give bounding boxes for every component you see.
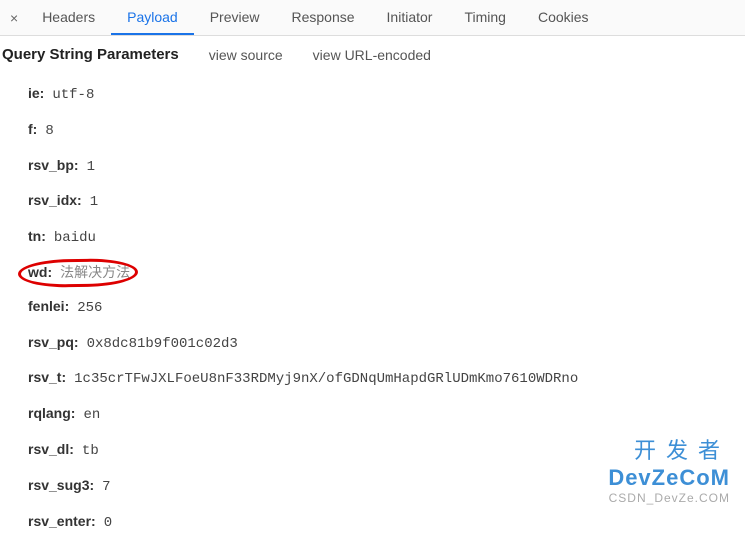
param-value: 1 — [90, 191, 98, 215]
param-value: baidu — [54, 227, 96, 251]
param-value: 法解决方法 — [60, 261, 130, 285]
param-value: tb — [82, 440, 99, 464]
param-key: rsv_bp: — [28, 154, 79, 178]
param-value: 8 — [45, 120, 53, 144]
param-row: rsv_dl: tb — [28, 433, 735, 469]
param-key: rsv_dl: — [28, 438, 74, 462]
param-key: rsv_sug3: — [28, 474, 94, 498]
close-icon[interactable]: × — [2, 10, 26, 26]
tab-initiator[interactable]: Initiator — [371, 1, 449, 35]
section-header: Query String Parameters view source view… — [0, 36, 745, 73]
param-key: tn: — [28, 225, 46, 249]
param-key: wd: — [28, 261, 52, 285]
param-value: 0x8dc81b9f001c02d3 — [87, 333, 238, 357]
section-title: Query String Parameters — [2, 46, 179, 63]
param-row: rsv_sug3: 7 — [28, 469, 735, 505]
param-row: rsv_bp: 1 — [28, 149, 735, 185]
param-row: ie: utf-8 — [28, 77, 735, 113]
tab-headers[interactable]: Headers — [26, 1, 111, 35]
param-row: tn: baidu — [28, 220, 735, 256]
param-row: rsv_idx: 1 — [28, 184, 735, 220]
param-row: rsv_pq: 0x8dc81b9f001c02d3 — [28, 326, 735, 362]
view-url-encoded-action[interactable]: view URL-encoded — [313, 47, 431, 63]
param-key: rsv_enter: — [28, 510, 96, 534]
param-row: f: 8 — [28, 113, 735, 149]
param-value: 7 — [102, 476, 110, 500]
devtools-tabs: × Headers Payload Preview Response Initi… — [0, 0, 745, 36]
param-value: 1c35crTFwJXLFoeU8nF33RDMyj9nX/ofGDNqUmHa… — [74, 368, 578, 392]
param-row-highlighted: wd: 法解决方法 — [28, 256, 735, 290]
param-key: rsv_pq: — [28, 331, 79, 355]
param-key: f: — [28, 118, 37, 142]
param-value: en — [83, 404, 100, 428]
param-value: 256 — [77, 297, 102, 321]
param-row: fenlei: 256 — [28, 290, 735, 326]
param-row: rqlang: en — [28, 397, 735, 433]
param-key: ie: — [28, 82, 44, 106]
view-source-action[interactable]: view source — [209, 47, 283, 63]
param-value: utf-8 — [52, 84, 94, 108]
tab-timing[interactable]: Timing — [448, 1, 522, 35]
tab-preview[interactable]: Preview — [194, 1, 276, 35]
param-value: 1 — [87, 156, 95, 180]
param-key: rsv_t: — [28, 366, 66, 390]
param-row: rsv_t: 1c35crTFwJXLFoeU8nF33RDMyj9nX/ofG… — [28, 361, 735, 397]
query-params-list: ie: utf-8 f: 8 rsv_bp: 1 rsv_idx: 1 tn: … — [0, 73, 745, 538]
tab-payload[interactable]: Payload — [111, 1, 194, 35]
param-key: rqlang: — [28, 402, 75, 426]
tab-cookies[interactable]: Cookies — [522, 1, 605, 35]
param-key: rsv_idx: — [28, 189, 82, 213]
param-key: fenlei: — [28, 295, 69, 319]
param-row: rsv_enter: 0 — [28, 505, 735, 538]
tab-response[interactable]: Response — [276, 1, 371, 35]
param-value: 0 — [104, 512, 112, 536]
